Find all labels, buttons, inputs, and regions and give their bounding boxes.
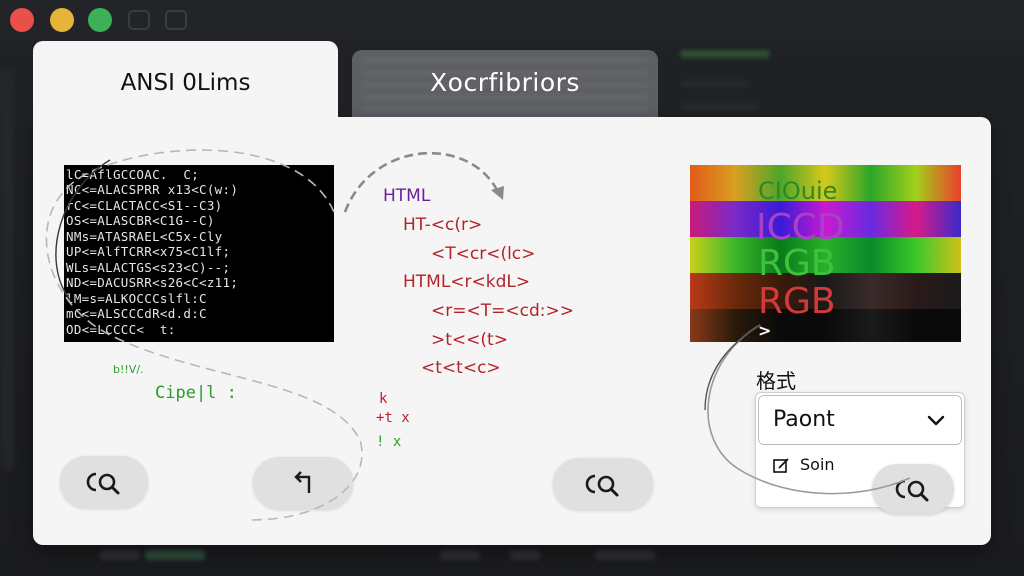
format-selected-value: Paont (773, 407, 835, 432)
statusbar-blur (440, 550, 480, 560)
sidebar-blur (0, 70, 14, 470)
format-label: 格式 (756, 369, 796, 393)
toolbar-ghost-icon (128, 10, 150, 30)
tab-active-label[interactable]: ANSI 0Lims (33, 70, 338, 96)
background-blur (680, 103, 760, 111)
search-icon (585, 474, 619, 497)
code-fragment: ! x (376, 434, 402, 450)
code-fragment: k (379, 391, 388, 407)
terminal-line: OD<=LCCCC< t: (66, 322, 176, 337)
code-line: >t<<(t> (431, 330, 508, 350)
swatch-label: RGB (758, 281, 836, 322)
terminal-line: OS<=ALASCBR<C1G--C) (66, 213, 215, 228)
swatch-cursor: > (758, 321, 772, 340)
code-fragment: +t x (376, 410, 410, 426)
code-line: HTML<r<kdL> (403, 272, 531, 292)
green-caption: b!!V/. (113, 363, 144, 376)
rgb-color-preview: CIOuie ICCD RGB RGB > (690, 165, 961, 342)
search-icon (86, 472, 120, 495)
search-icon (895, 479, 929, 502)
toolbar-ghost-icon (165, 10, 187, 30)
terminal-line: rC<=CLACTACC<S1--C3) (66, 198, 223, 213)
code-line: HT-<c(r> (403, 215, 483, 235)
swatch-label: RGB (758, 243, 836, 284)
format-select[interactable]: Paont (758, 395, 962, 445)
statusbar-blur (100, 550, 140, 560)
code-line: <T<cr<(lc> (431, 244, 536, 264)
search-button[interactable] (872, 464, 954, 514)
background-blur (680, 80, 750, 88)
tab-inactive-label[interactable]: Xocrfibriors (352, 68, 658, 97)
code-line: HTML (383, 186, 431, 206)
statusbar-blur (145, 550, 205, 560)
terminal-line: mC<=ALSCCCdR<d.d:C (66, 306, 207, 321)
statusbar-blur (510, 550, 540, 560)
green-code-label: Cipe|l : (155, 383, 237, 403)
close-window-button[interactable] (10, 8, 34, 32)
window-titlebar (0, 0, 1024, 38)
maximize-window-button[interactable] (88, 8, 112, 32)
terminal-line: NMs=ATASRAEL<C5x-Cly (66, 229, 223, 244)
chevron-down-icon (927, 415, 945, 426)
terminal-line: ND<=DACUSRR<s26<C<z11; (66, 275, 239, 290)
terminal-line: lC=AflGCCOAC. C; (66, 167, 200, 182)
menu-item-label: Soin (800, 455, 835, 474)
code-line: <t<t<c> (421, 358, 501, 378)
terminal-line: UP<=AlfTCRR<x75<C1lf; (66, 244, 231, 259)
code-line: <r=<T=<cd:>> (431, 301, 574, 321)
search-button[interactable] (553, 458, 653, 510)
background-blur (680, 50, 770, 58)
minimize-window-button[interactable] (50, 8, 74, 32)
edit-icon (773, 458, 789, 473)
terminal-line: lM=s=ALKOCCCslfl:C (66, 291, 207, 306)
swatch-label: CIOuie (758, 177, 838, 205)
search-button[interactable] (60, 456, 148, 508)
return-arrow-icon (294, 471, 311, 493)
ansi-terminal-preview: lC=AflGCCOAC. C; NC<=ALACSPRR x13<C(w:) … (64, 165, 334, 342)
terminal-line: NC<=ALACSPRR x13<C(w:) (66, 182, 239, 197)
statusbar-blur (595, 550, 655, 560)
terminal-line: WLs=ALACTGS<s23<C)--; (66, 260, 231, 275)
swatch-label: ICCD (756, 207, 845, 248)
back-button[interactable] (253, 457, 353, 509)
